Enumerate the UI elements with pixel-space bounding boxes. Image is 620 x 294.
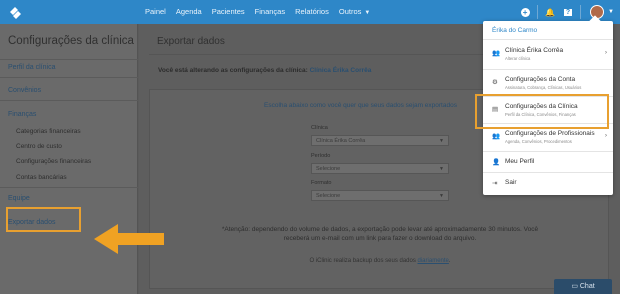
- caret-down-icon: ▼: [439, 166, 444, 172]
- people-icon: 👥: [492, 50, 501, 57]
- dropdown-item-title: Clínica Érika Corrêa: [505, 47, 564, 54]
- sidebar-item-contas-bancarias[interactable]: Contas bancárias: [16, 174, 67, 181]
- sidebar-item-convenios[interactable]: Convênios: [8, 87, 41, 94]
- divider: [580, 5, 582, 19]
- backup-note: O iClinic realiza backup dos seus dados …: [220, 258, 540, 264]
- dropdown-item-title: Sair: [505, 179, 517, 186]
- chevron-down-icon: ▼: [364, 10, 371, 16]
- formato-select-value: Selecione: [316, 193, 341, 199]
- question-icon: ?: [563, 8, 573, 16]
- highlight-box: [475, 94, 609, 129]
- sidebar-item-centro-custo[interactable]: Centro de custo: [16, 143, 62, 150]
- nav-painel[interactable]: Painel: [140, 0, 171, 24]
- export-note: *Atenção: dependendo do volume de dados,…: [221, 226, 539, 242]
- dropdown-item-subtitle: Alterar clínica: [505, 56, 531, 61]
- export-question: Escolha abaixo como você quer que seus d…: [264, 102, 457, 109]
- plus-icon: +: [520, 7, 530, 17]
- divider: [0, 100, 138, 101]
- chat-button[interactable]: ▭ Chat: [554, 279, 612, 294]
- periodo-select-value: Selecione: [316, 166, 341, 172]
- users-icon: 👥: [492, 133, 501, 140]
- divider: [0, 59, 138, 60]
- dropdown-item-title: Configurações da Conta: [505, 76, 576, 83]
- formato-select[interactable]: Selecione ▼: [311, 190, 449, 201]
- dropdown-item-sair[interactable]: ⇥ Sair: [483, 173, 613, 193]
- nav-pacientes[interactable]: Pacientes: [207, 0, 250, 24]
- nav-relatorios[interactable]: Relatórios: [290, 0, 334, 24]
- nav-outros[interactable]: Outros ▼: [334, 0, 375, 24]
- clinic-notice-text: Você está alterando as configurações da …: [158, 67, 308, 74]
- divider: [0, 187, 138, 188]
- clinic-name: Clínica Érika Corrêa: [309, 67, 372, 74]
- dropdown-item-config-conta[interactable]: ⚙ Configurações da Conta Assinatura, Cob…: [483, 70, 613, 96]
- caret-down-icon: ▼: [439, 138, 444, 144]
- clinica-label: Clínica: [311, 125, 328, 131]
- gear-icon: ⚙: [492, 79, 498, 86]
- chevron-right-icon: ›: [604, 132, 607, 139]
- formato-label: Formato: [311, 180, 332, 186]
- chevron-right-icon: ›: [604, 49, 607, 56]
- backup-text: O iClinic realiza backup dos seus dados: [309, 258, 416, 264]
- dropdown-item-clinica[interactable]: 👥 Clínica Érika Corrêa Alterar clínica ›: [483, 40, 613, 69]
- clinica-select-value: Clínica Érika Corrêa: [316, 138, 366, 144]
- sidebar-item-categorias[interactable]: Categorias financeiras: [16, 128, 81, 135]
- page-title: Exportar dados: [157, 36, 225, 47]
- divider: [537, 5, 539, 19]
- clinic-notice: Você está alterando as configurações da …: [158, 67, 371, 74]
- user-icon: 👤: [492, 159, 501, 166]
- sidebar-title: Configurações da clínica: [8, 35, 134, 47]
- chat-icon: ▭: [571, 283, 580, 290]
- sidebar-item-config-financeiras[interactable]: Configurações financeiras: [16, 158, 91, 165]
- highlight-box: [6, 207, 81, 232]
- nav-outros-label: Outros: [338, 7, 362, 16]
- caret-down-icon: ▼: [439, 193, 444, 199]
- dropdown-item-title: Meu Perfil: [505, 158, 535, 165]
- main-nav: Painel Agenda Pacientes Finanças Relatór…: [140, 0, 375, 24]
- nav-agenda[interactable]: Agenda: [171, 0, 207, 24]
- arrow-left-icon: [94, 224, 164, 254]
- dropdown-user-name: Érika do Carmo: [492, 27, 538, 34]
- dropdown-item-meu-perfil[interactable]: 👤 Meu Perfil: [483, 152, 613, 172]
- backup-suffix: .: [448, 258, 451, 264]
- sidebar-item-equipe[interactable]: Equipe: [8, 195, 30, 202]
- sidebar-item-financas[interactable]: Finanças: [8, 111, 36, 118]
- sidebar-item-perfil[interactable]: Perfil da clínica: [8, 64, 55, 71]
- dropdown-item-title: Configurações de Profissionais: [505, 130, 595, 137]
- periodo-label: Período: [311, 153, 331, 159]
- dropdown-item-subtitle: Agenda, Convênios, Procedimentos: [505, 139, 572, 144]
- periodo-select[interactable]: Selecione ▼: [311, 163, 449, 174]
- dropdown-item-subtitle: Assinatura, Cobrança, Clínicas, Usuários: [505, 85, 582, 90]
- iclinic-logo-icon[interactable]: [4, 2, 24, 22]
- nav-financas[interactable]: Finanças: [250, 0, 290, 24]
- logout-icon: ⇥: [492, 180, 498, 187]
- chat-label: Chat: [579, 283, 595, 290]
- backup-link[interactable]: diariamente: [418, 258, 449, 264]
- chevron-down-icon[interactable]: ▼: [608, 9, 614, 15]
- clinica-select[interactable]: Clínica Érika Corrêa ▼: [311, 135, 449, 146]
- bell-icon: 🔔: [545, 7, 556, 17]
- divider: [0, 77, 138, 78]
